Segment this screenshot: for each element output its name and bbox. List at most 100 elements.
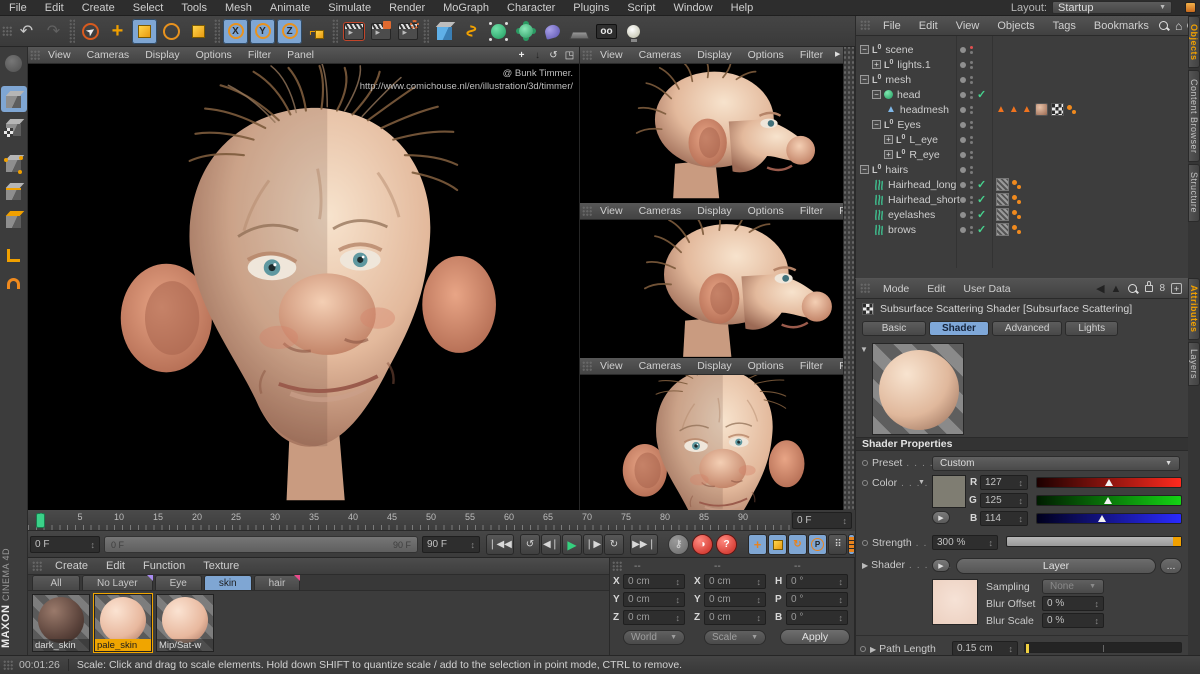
menu-tools[interactable]: Tools xyxy=(172,2,216,14)
vp-menu-display[interactable]: Display xyxy=(137,49,187,61)
viewport-rotate-icon[interactable]: ↺ xyxy=(547,50,560,61)
strength-value-field[interactable]: 300 %↕ xyxy=(932,535,998,550)
viewport-maximize-icon[interactable]: ◳ xyxy=(563,50,576,61)
vp-menu-filter[interactable]: Filter xyxy=(240,49,279,61)
size-mode-dropdown[interactable]: Scale▼ xyxy=(704,630,766,645)
spinner-icon[interactable]: ↕ xyxy=(91,540,96,550)
record-keyframe-button[interactable]: ⚷ xyxy=(668,534,689,555)
preset-dropdown[interactable]: Custom▼ xyxy=(932,456,1180,471)
tree-item-label[interactable]: Hairhead_long xyxy=(888,179,956,191)
viewport-right-middle[interactable]: View Cameras Display Options Filter Pan … xyxy=(580,203,843,358)
layer-dot[interactable] xyxy=(960,77,966,83)
enabled-check-icon[interactable]: ✓ xyxy=(977,208,986,221)
vp-menu-options[interactable]: Options xyxy=(740,49,792,61)
blur-scale-field[interactable]: 0 %↕ xyxy=(1042,613,1104,628)
collapse-toggle[interactable]: − xyxy=(860,45,869,54)
menu-simulate[interactable]: Simulate xyxy=(319,2,380,14)
tab-structure[interactable]: Structure xyxy=(1188,164,1200,222)
materials-grip[interactable] xyxy=(32,561,42,572)
goto-end-button[interactable]: ▶▶❘ xyxy=(630,534,658,555)
tab-advanced[interactable]: Advanced xyxy=(992,321,1062,336)
visibility-dots[interactable] xyxy=(970,106,973,114)
menu-plugins[interactable]: Plugins xyxy=(564,2,618,14)
add-modeling-object-button[interactable] xyxy=(513,19,538,44)
apply-button[interactable]: Apply xyxy=(780,629,850,645)
viewport-grip[interactable] xyxy=(582,50,592,61)
key-rotation-toggle[interactable]: ↻ xyxy=(788,534,807,555)
vp-menu-display[interactable]: Display xyxy=(689,49,739,61)
lock-x-axis-button[interactable]: X xyxy=(223,19,248,44)
menu-help[interactable]: Help xyxy=(722,2,763,14)
material-name[interactable]: dark_skin xyxy=(33,639,89,651)
add-floor-button[interactable] xyxy=(567,19,592,44)
hair-material-tag-icon[interactable] xyxy=(996,208,1009,221)
rot-p-field[interactable]: 0 °↕ xyxy=(786,592,848,607)
expand-toggle[interactable]: + xyxy=(884,150,893,159)
add-generator-button[interactable] xyxy=(486,19,511,44)
undo-button[interactable]: ↶ xyxy=(14,19,39,44)
attr-menu-mode[interactable]: Mode xyxy=(874,283,918,295)
visibility-dots[interactable] xyxy=(970,181,973,189)
menu-window[interactable]: Window xyxy=(665,2,722,14)
loop-mode-button[interactable]: ↻ xyxy=(604,534,624,555)
keyframe-selection-button[interactable]: ? xyxy=(716,534,737,555)
tree-item-label[interactable]: R_eye xyxy=(909,149,939,161)
link-icon[interactable]: 8 xyxy=(1159,283,1165,294)
tree-item-label[interactable]: headmesh xyxy=(900,104,949,116)
vp-menu-display[interactable]: Display xyxy=(689,205,739,217)
rot-h-field[interactable]: 0 °↕ xyxy=(786,574,848,589)
viewport-right-top-canvas[interactable] xyxy=(580,64,843,203)
material-tab-hair[interactable]: hair xyxy=(254,575,301,590)
vp-menu-cameras[interactable]: Cameras xyxy=(79,49,138,61)
viewport-right-bottom[interactable]: View Cameras Display Options Filter Pan … xyxy=(580,358,843,510)
ruler-frame-field[interactable]: 0 F↕ xyxy=(792,512,852,529)
rotate-tool[interactable] xyxy=(159,19,184,44)
path-length-slider[interactable] xyxy=(1024,642,1182,653)
om-menu-tags[interactable]: Tags xyxy=(1044,20,1085,32)
menu-create[interactable]: Create xyxy=(73,2,124,14)
menu-render[interactable]: Render xyxy=(380,2,434,14)
preview-range-slider[interactable]: 0 F 90 F xyxy=(104,536,418,553)
phong-tag-icon[interactable] xyxy=(1012,180,1022,190)
layer-texture-thumbnail[interactable] xyxy=(932,579,978,625)
shader-layer-button[interactable]: Layer xyxy=(956,558,1156,574)
attr-menu-edit[interactable]: Edit xyxy=(918,283,954,295)
vp-menu-display[interactable]: Display xyxy=(689,360,739,372)
expand-toggle[interactable]: + xyxy=(884,135,893,144)
coordinate-system-button[interactable]: ⌐ xyxy=(304,19,329,44)
r-value-field[interactable]: 127↕ xyxy=(980,475,1028,490)
model-mode-button[interactable] xyxy=(1,86,27,112)
history-back-icon[interactable]: ◀ xyxy=(1096,282,1104,295)
redo-button[interactable]: ↷ xyxy=(41,19,66,44)
make-editable-button[interactable] xyxy=(1,50,27,76)
panel-divider[interactable] xyxy=(843,47,855,510)
uvw-tag-icon[interactable] xyxy=(1051,103,1064,116)
collapse-toggle[interactable]: − xyxy=(860,75,869,84)
home-icon[interactable]: ⌂ xyxy=(1175,19,1182,33)
strength-slider[interactable] xyxy=(1006,536,1182,547)
material-tag-icon[interactable] xyxy=(1035,103,1048,116)
vp-menu-filter[interactable]: Filter xyxy=(792,205,831,217)
viewport-right-bottom-canvas[interactable] xyxy=(580,375,843,510)
menu-select[interactable]: Select xyxy=(124,2,173,14)
vp-menu-view[interactable]: View xyxy=(40,49,79,61)
hair-material-tag-icon[interactable] xyxy=(996,193,1009,206)
phong-tag-icon[interactable] xyxy=(1012,195,1022,205)
tree-item-label[interactable]: head xyxy=(897,89,920,101)
visibility-dots[interactable] xyxy=(970,211,973,219)
material-tab-skin[interactable]: skin xyxy=(204,575,252,590)
spinner-icon[interactable]: ↕ xyxy=(471,540,476,550)
vp-menu-cameras[interactable]: Cameras xyxy=(631,205,690,217)
visibility-dots[interactable] xyxy=(970,46,973,54)
b-slider[interactable] xyxy=(1036,513,1182,524)
previous-frame-button[interactable]: ◀❘ xyxy=(541,534,561,555)
render-picture-viewer-button[interactable] xyxy=(368,19,393,44)
viewport-right-middle-canvas[interactable] xyxy=(580,220,843,358)
vp-menu-options[interactable]: Options xyxy=(188,49,240,61)
play-backwards-button[interactable]: ↺ xyxy=(520,534,540,555)
render-settings-button[interactable] xyxy=(395,19,420,44)
viewport-perspective-canvas[interactable]: @ Bunk Timmer. http://www.comichouse.nl/… xyxy=(28,64,579,510)
phong-tag-icon[interactable] xyxy=(1012,225,1022,235)
snap-magnet-button[interactable] xyxy=(1,270,27,296)
phong-tag-icon[interactable] xyxy=(1012,210,1022,220)
